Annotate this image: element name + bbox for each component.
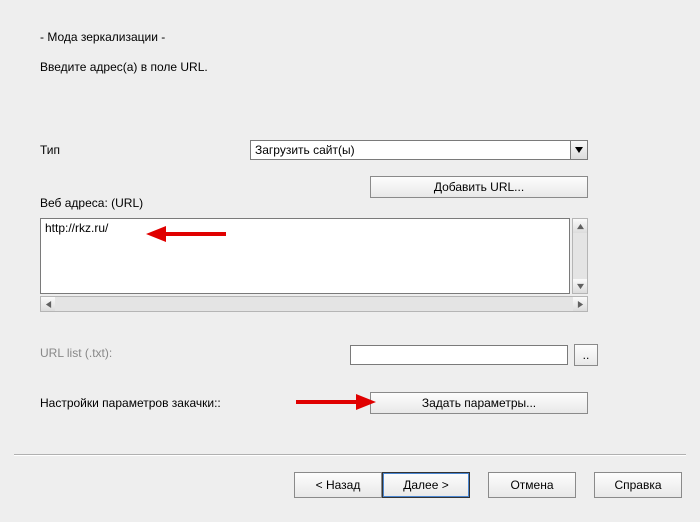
url-list-input[interactable]	[350, 345, 568, 365]
web-addresses-label: Веб адреса: (URL)	[40, 196, 143, 210]
help-button[interactable]: Справка	[594, 472, 682, 498]
url-list-controls: ..	[350, 344, 598, 366]
type-row: Тип Загрузить сайт(ы)	[40, 140, 660, 160]
url-textarea[interactable]	[40, 218, 570, 294]
cancel-button[interactable]: Отмена	[488, 472, 576, 498]
type-label: Тип	[40, 143, 250, 157]
content-area: - Мода зеркализации - Введите адрес(а) в…	[40, 30, 660, 114]
annotation-arrow-icon	[296, 392, 376, 412]
spacer	[576, 472, 594, 498]
set-parameters-button-label: Задать параметры...	[422, 396, 536, 410]
browse-button-label: ..	[583, 348, 590, 362]
type-combobox-value: Загрузить сайт(ы)	[251, 141, 570, 159]
separator	[14, 454, 686, 456]
wizard-page: - Мода зеркализации - Введите адрес(а) в…	[0, 0, 700, 522]
vertical-scrollbar[interactable]	[572, 218, 588, 294]
spacer	[470, 472, 488, 498]
scroll-left-icon[interactable]	[41, 297, 55, 311]
url-area	[40, 218, 588, 312]
browse-button[interactable]: ..	[574, 344, 598, 366]
wizard-nav: < Назад Далее > Отмена Справка	[0, 472, 700, 498]
instruction-text: Введите адрес(а) в поле URL.	[40, 60, 660, 74]
section-title: - Мода зеркализации -	[40, 30, 660, 44]
chevron-down-icon[interactable]	[570, 141, 587, 159]
scroll-right-icon[interactable]	[573, 297, 587, 311]
back-button-label: < Назад	[316, 478, 361, 492]
scroll-up-icon[interactable]	[573, 219, 587, 233]
url-list-label: URL list (.txt):	[40, 346, 250, 360]
horizontal-scrollbar[interactable]	[40, 296, 588, 312]
next-button[interactable]: Далее >	[382, 472, 470, 498]
scroll-down-icon[interactable]	[573, 279, 587, 293]
add-url-button[interactable]: Добавить URL...	[370, 176, 588, 198]
type-combobox[interactable]: Загрузить сайт(ы)	[250, 140, 588, 160]
add-url-button-label: Добавить URL...	[434, 180, 524, 194]
help-button-label: Справка	[614, 478, 661, 492]
cancel-button-label: Отмена	[510, 478, 553, 492]
set-parameters-button[interactable]: Задать параметры...	[370, 392, 588, 414]
download-settings-label: Настройки параметров закачки::	[40, 396, 221, 410]
next-button-label: Далее >	[403, 478, 449, 492]
back-button[interactable]: < Назад	[294, 472, 382, 498]
